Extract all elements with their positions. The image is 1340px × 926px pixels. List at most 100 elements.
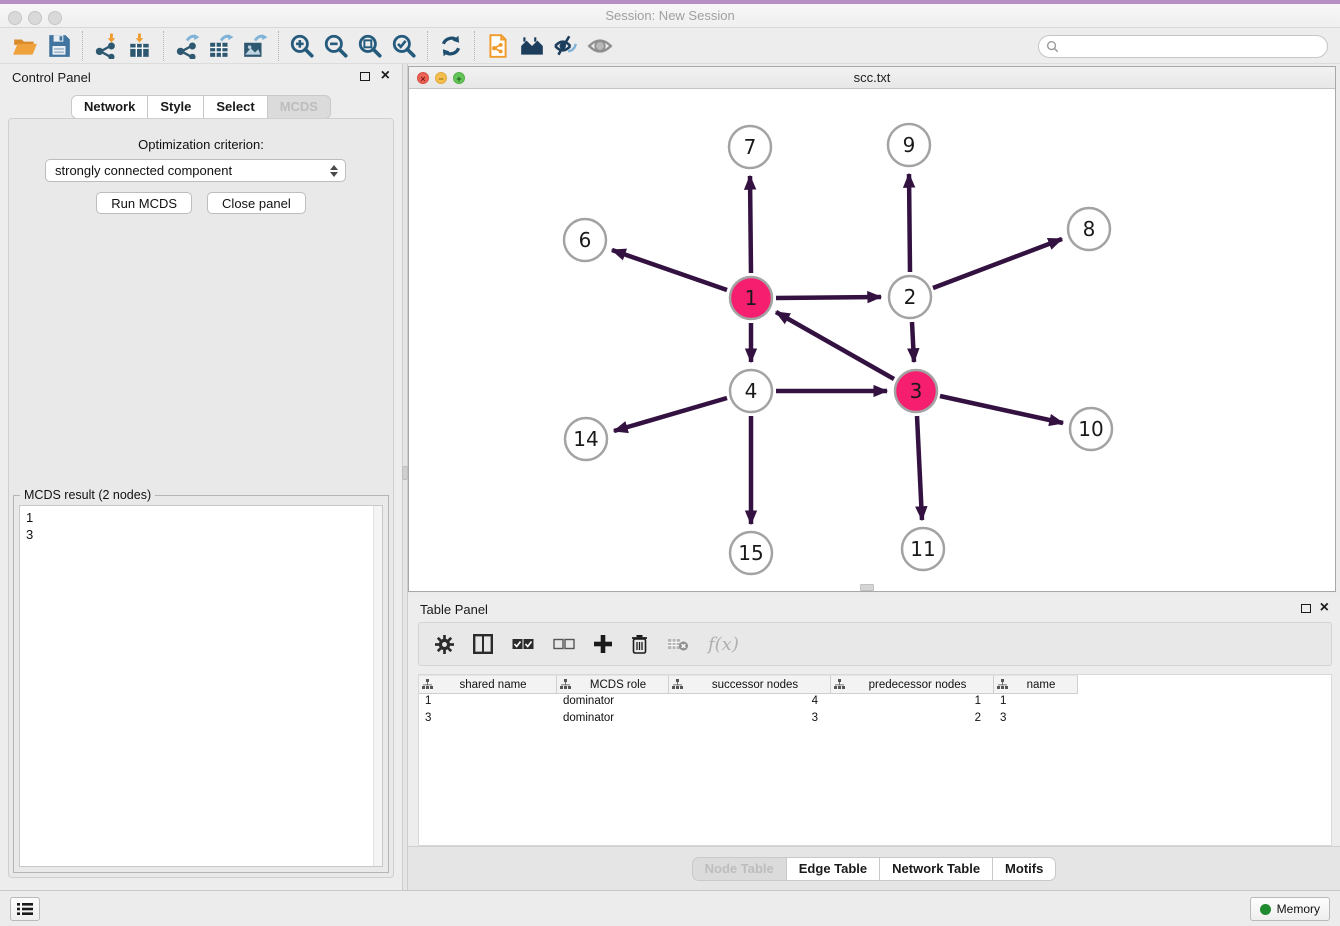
table-cell[interactable]: 3 xyxy=(994,711,1078,728)
window-title: Session: New Session xyxy=(0,8,1340,23)
tab-network[interactable]: Network xyxy=(71,95,148,119)
show-columns-button[interactable] xyxy=(473,634,493,654)
graph-edge-2-9[interactable] xyxy=(909,174,910,272)
graph-edge-3-10[interactable] xyxy=(940,396,1063,423)
tab-select[interactable]: Select xyxy=(204,95,267,119)
table-body: 1dominator4113dominator323 xyxy=(419,694,1331,728)
tab-mcds[interactable]: MCDS xyxy=(268,95,331,119)
table-row[interactable]: 3dominator323 xyxy=(419,711,1331,728)
table-settings-button[interactable] xyxy=(435,635,454,654)
graph-edge-4-14[interactable] xyxy=(614,398,727,431)
table-row[interactable]: 1dominator411 xyxy=(419,694,1331,711)
mcds-result-box[interactable]: 13 xyxy=(19,505,383,867)
sort-tree-icon xyxy=(560,679,571,690)
table-cell[interactable]: 1 xyxy=(419,694,557,711)
optimization-select[interactable]: strongly connected component xyxy=(45,159,346,182)
column-header-successor-nodes[interactable]: successor nodes xyxy=(669,675,831,694)
graph-edge-3-1[interactable] xyxy=(776,312,894,379)
table-cell[interactable]: 3 xyxy=(669,711,831,728)
graph-node-14[interactable]: 14 xyxy=(565,418,607,460)
toolbar-separator xyxy=(278,31,279,61)
show-log-button[interactable] xyxy=(10,897,40,921)
table-cell[interactable]: 1 xyxy=(994,694,1078,711)
graph-node-3[interactable]: 3 xyxy=(895,370,937,412)
export-network-button[interactable] xyxy=(170,30,204,62)
close-panel-icon[interactable]: × xyxy=(381,66,390,86)
graph-edge-2-8[interactable] xyxy=(933,239,1062,288)
tab-style[interactable]: Style xyxy=(148,95,204,119)
graph-node-9[interactable]: 9 xyxy=(888,124,930,166)
svg-text:6: 6 xyxy=(579,228,592,252)
export-table-button[interactable] xyxy=(204,30,238,62)
table-cell[interactable]: dominator xyxy=(557,694,669,711)
tab-motifs[interactable]: Motifs xyxy=(993,857,1056,881)
column-header-shared-name[interactable]: shared name xyxy=(419,675,557,694)
open-file-button[interactable] xyxy=(8,30,42,62)
mcds-tab-content: Optimization criterion: strongly connect… xyxy=(8,118,394,878)
tab-edge-table[interactable]: Edge Table xyxy=(787,857,880,881)
table-cell[interactable]: 3 xyxy=(419,711,557,728)
open-cyndex-button[interactable] xyxy=(515,30,549,62)
plus-icon xyxy=(594,635,612,653)
clone-network-button[interactable] xyxy=(481,30,515,62)
graph-edge-3-11[interactable] xyxy=(917,416,922,520)
graph-node-1[interactable]: 1 xyxy=(730,277,772,319)
graph-node-10[interactable]: 10 xyxy=(1070,408,1112,450)
deselect-all-columns-button[interactable] xyxy=(553,638,575,650)
delete-column-button[interactable] xyxy=(631,634,648,654)
table-tabs-strip: Node TableEdge TableNetwork TableMotifs xyxy=(408,846,1340,890)
graph-edge-1-6[interactable] xyxy=(612,250,727,290)
float-table-panel-icon[interactable] xyxy=(1301,604,1311,613)
show-graphics-details-button[interactable] xyxy=(583,30,617,62)
network-graph: 7 9 6 8 1 2 4 3 14 10 15 11 xyxy=(409,89,1335,592)
table-cell[interactable]: 2 xyxy=(831,711,994,728)
control-panel-header: Control Panel × xyxy=(0,64,402,90)
function-icon: f(x) xyxy=(708,634,739,655)
graph-edge-1-7[interactable] xyxy=(750,176,751,273)
horizontal-splitter-grip-icon[interactable] xyxy=(860,584,874,591)
tab-network-table[interactable]: Network Table xyxy=(880,857,993,881)
graph-node-4[interactable]: 4 xyxy=(730,370,772,412)
select-all-columns-button[interactable] xyxy=(512,638,534,650)
graph-node-2[interactable]: 2 xyxy=(889,276,931,318)
table-cell[interactable]: dominator xyxy=(557,711,669,728)
network-canvas[interactable]: 7 9 6 8 1 2 4 3 14 10 15 11 xyxy=(409,89,1335,591)
tab-node-table[interactable]: Node Table xyxy=(692,857,787,881)
create-column-button[interactable] xyxy=(594,635,612,653)
zoom-fit-button[interactable] xyxy=(353,30,387,62)
close-panel-button[interactable]: Close panel xyxy=(207,192,306,214)
zoom-in-button[interactable] xyxy=(285,30,319,62)
eye-icon xyxy=(587,33,613,59)
toolbar-separator xyxy=(82,31,83,61)
graph-node-6[interactable]: 6 xyxy=(564,219,606,261)
zoom-out-button[interactable] xyxy=(319,30,353,62)
toolbar-separator xyxy=(427,31,428,61)
graph-edge-2-3[interactable] xyxy=(912,322,914,362)
search-input[interactable] xyxy=(1059,38,1327,56)
import-table-button[interactable] xyxy=(123,30,157,62)
apply-layout-button[interactable] xyxy=(434,30,468,62)
delete-table-icon xyxy=(667,637,689,652)
run-mcds-button[interactable]: Run MCDS xyxy=(96,192,192,214)
hide-graphics-details-button[interactable] xyxy=(549,30,583,62)
zoom-selected-button[interactable] xyxy=(387,30,421,62)
optimization-select-value: strongly connected component xyxy=(55,163,232,178)
table-cell[interactable]: 1 xyxy=(831,694,994,711)
graph-node-8[interactable]: 8 xyxy=(1068,208,1110,250)
float-panel-icon[interactable] xyxy=(360,72,370,81)
graph-edge-1-2[interactable] xyxy=(776,297,881,298)
table-cell[interactable]: 4 xyxy=(669,694,831,711)
close-table-panel-icon[interactable]: × xyxy=(1320,598,1329,618)
save-session-button[interactable] xyxy=(42,30,76,62)
import-network-button[interactable] xyxy=(89,30,123,62)
graph-node-15[interactable]: 15 xyxy=(730,532,772,574)
column-header-predecessor-nodes[interactable]: predecessor nodes xyxy=(831,675,994,694)
column-header-name[interactable]: name xyxy=(994,675,1078,694)
column-header-MCDS-role[interactable]: MCDS role xyxy=(557,675,669,694)
result-scrollbar[interactable] xyxy=(373,506,382,866)
memory-button[interactable]: Memory xyxy=(1250,897,1330,921)
mcds-result-values: 13 xyxy=(26,509,368,543)
graph-node-11[interactable]: 11 xyxy=(902,528,944,570)
graph-node-7[interactable]: 7 xyxy=(729,126,771,168)
export-image-button[interactable] xyxy=(238,30,272,62)
